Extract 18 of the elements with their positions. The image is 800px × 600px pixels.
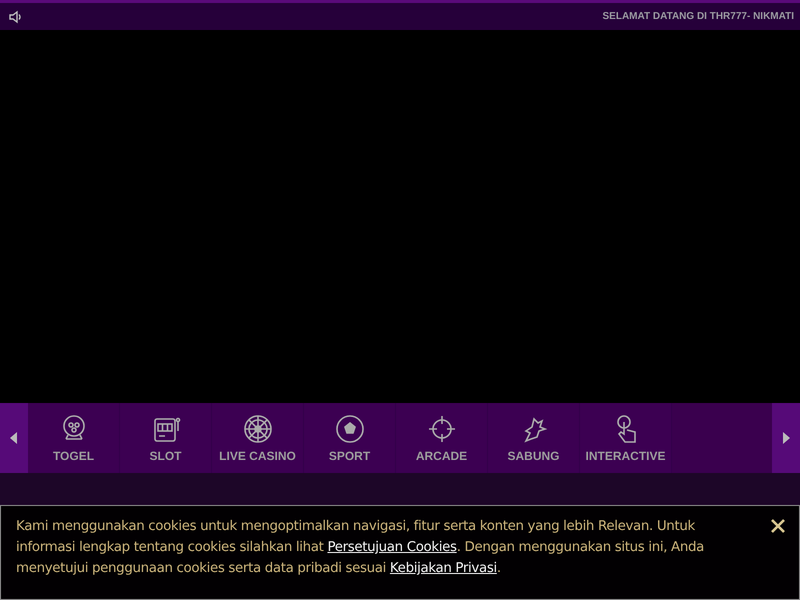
scroll-right-button[interactable]: [772, 403, 800, 473]
close-icon[interactable]: [771, 519, 785, 533]
category-tab[interactable]: INTERACTIVE: [580, 403, 672, 473]
category-tab[interactable]: TOGEL: [28, 403, 120, 473]
roulette-wheel-icon: [242, 413, 274, 445]
scroll-left-button[interactable]: [0, 403, 28, 473]
left-triangle-icon: [10, 432, 18, 444]
category-tab[interactable]: ARCADE: [396, 403, 488, 473]
cookie-notice-text: Kami menggunakan cookies untuk mengoptimalkan navigasi, fitur serta konten yang lebih Relevan. Untuk informasi lengkap tentang cookies silahkan lihat Persetujuan Cookies. Dengan menggunakan situs ini, Anda menyetujui penggunaan cookies serta data pribadi sesuai Kebijakan Privasi.: [16, 518, 705, 578]
soccer-ball-icon: [334, 413, 366, 445]
category-tab[interactable]: LIVE CASINO: [212, 403, 304, 473]
category-tab[interactable]: SABUNG: [488, 403, 580, 473]
category-tab[interactable]: SPORT: [304, 403, 396, 473]
privacy-policy-link[interactable]: Kebijakan Privasi: [390, 561, 497, 576]
right-triangle-icon: [782, 432, 790, 444]
marquee-text: SELAMAT DATANG DI THR777- NIKMATI: [602, 11, 794, 22]
category-tab[interactable]: SLOT: [120, 403, 212, 473]
cookie-consent-link[interactable]: Persetujuan Cookies: [327, 540, 457, 555]
